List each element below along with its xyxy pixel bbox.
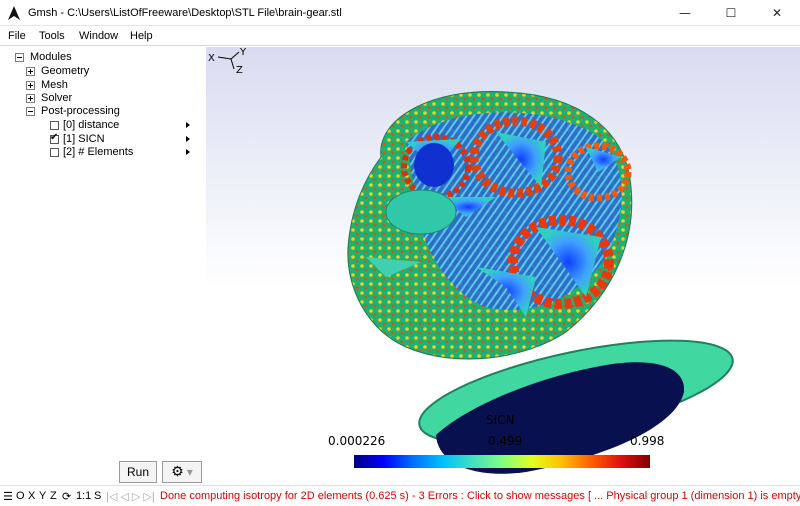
scale-max-label: 0.998: [630, 434, 665, 448]
tree-item-solver[interactable]: Solver: [26, 91, 72, 105]
scale-title: SICN: [486, 413, 515, 427]
tree-item-modules[interactable]: Modules: [15, 50, 72, 64]
axis-x-label: X: [208, 53, 215, 64]
scale-min-label: 0.000226: [328, 434, 386, 448]
tree-item-post-processing[interactable]: Post-processing: [26, 104, 120, 118]
status-bar: ☰ O X Y Z ⟳ 1:1 S |◁ ◁ ▷ ▷| Done computi…: [0, 485, 800, 506]
view-item-distance[interactable]: [0] distance: [50, 118, 119, 132]
minimize-button[interactable]: —: [662, 0, 708, 26]
maximize-button[interactable]: ☐: [708, 0, 754, 26]
tree-item-geometry[interactable]: Geometry: [26, 64, 89, 78]
graphics-viewport[interactable]: SICN 0.000226 0.499 0.998 X Y Z: [206, 47, 800, 485]
view-options-arrow-icon[interactable]: [186, 122, 190, 128]
menu-window[interactable]: Window: [79, 30, 118, 42]
menu-tools[interactable]: Tools: [39, 30, 65, 42]
gmsh-logo-icon: [8, 6, 20, 20]
view-options-arrow-icon[interactable]: [186, 149, 190, 155]
tree-label: Geometry: [41, 65, 90, 77]
tree-label: Mesh: [41, 79, 68, 91]
view-label: [1] SICN: [63, 133, 105, 145]
view-visibility-checkbox[interactable]: [50, 147, 59, 157]
module-tree: Modules Geometry Mesh Solver Post-proces…: [0, 47, 206, 485]
view-y-button[interactable]: Y: [39, 490, 46, 502]
axis-y-label: Y: [239, 47, 247, 58]
view-label: [0] distance: [63, 119, 120, 131]
view-origin-button[interactable]: O: [16, 490, 25, 502]
view-item-sicn[interactable]: ✔ [1] SICN: [50, 132, 105, 146]
view-label: [2] # Elements: [63, 146, 134, 158]
rotate-icon[interactable]: ⟳: [62, 490, 71, 503]
view-item-elements[interactable]: [2] # Elements: [50, 145, 133, 159]
run-button[interactable]: Run: [119, 461, 157, 483]
expand-icon[interactable]: [26, 93, 35, 103]
color-scale-bar: [354, 455, 650, 468]
view-visibility-checkbox[interactable]: ✔: [50, 131, 59, 144]
select-button[interactable]: S: [94, 490, 101, 502]
axes-indicator: X Y Z: [208, 47, 247, 76]
checkmark-icon: ✔: [50, 131, 59, 143]
axis-z-label: Z: [236, 65, 243, 76]
status-message[interactable]: Done computing isotropy for 2D elements …: [160, 490, 800, 502]
tree-label: Post-processing: [41, 105, 120, 117]
view-visibility-checkbox[interactable]: [50, 120, 59, 130]
collapse-icon[interactable]: [15, 52, 24, 62]
tree-label: Solver: [41, 92, 73, 104]
expand-icon[interactable]: [26, 66, 35, 76]
expand-icon[interactable]: [26, 80, 35, 90]
menu-help[interactable]: Help: [130, 30, 153, 42]
window-title: Gmsh - C:\Users\ListOfFreeware\Desktop\S…: [28, 7, 342, 19]
scale-1-1-button[interactable]: 1:1: [76, 490, 91, 502]
animation-nav[interactable]: |◁ ◁ ▷ ▷|: [106, 490, 155, 503]
close-button[interactable]: ✕: [754, 0, 800, 26]
gear-icon: ⚙: [171, 464, 184, 480]
tree-label: Modules: [30, 51, 72, 63]
tree-item-mesh[interactable]: Mesh: [26, 78, 68, 92]
menu-bar: File Tools Window Help: [0, 27, 800, 46]
menu-toggle-icon[interactable]: ☰: [3, 490, 13, 503]
settings-button[interactable]: ⚙ ▼: [162, 461, 202, 483]
view-x-button[interactable]: X: [28, 490, 35, 502]
chevron-down-icon: ▼: [186, 467, 193, 477]
view-options-arrow-icon[interactable]: [186, 136, 190, 142]
menu-file[interactable]: File: [8, 30, 26, 42]
view-z-button[interactable]: Z: [50, 490, 57, 502]
scale-mid-label: 0.499: [488, 434, 523, 448]
title-bar: Gmsh - C:\Users\ListOfFreeware\Desktop\S…: [0, 0, 800, 26]
collapse-icon[interactable]: [26, 106, 35, 116]
